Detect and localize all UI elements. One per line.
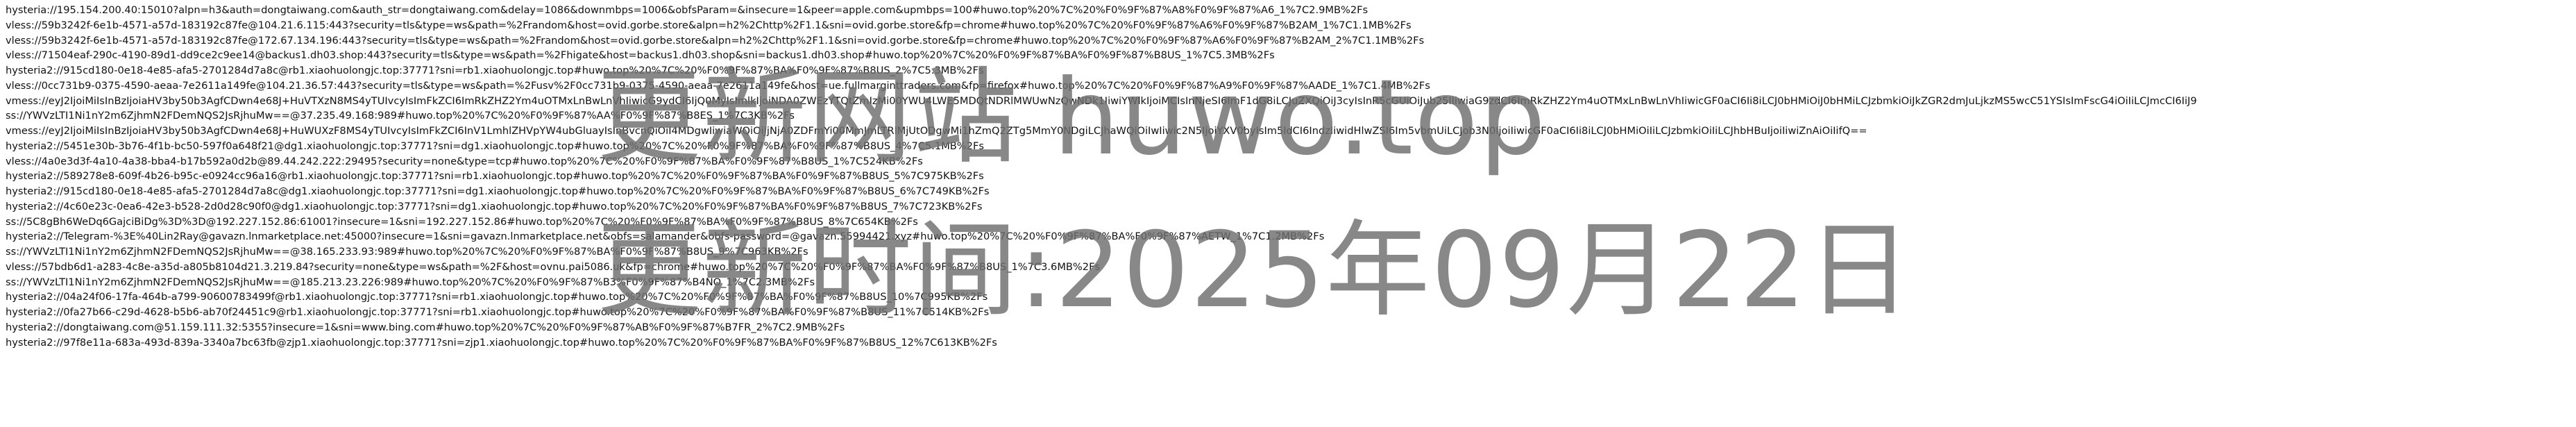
config-line: hysteria2://4c60e23c-0ea6-42e3-b528-2d0d… [6,200,983,212]
config-text-block: hysteria://195.154.200.40:15010?alpn=h3&… [6,3,2566,350]
config-line: vless://59b3242f-6e1b-4571-a57d-183192c8… [6,19,1412,31]
config-line: hysteria2://04a24f06-17fa-464b-a799-9060… [6,291,988,303]
config-line: hysteria2://589278e8-609f-4b26-b95c-e092… [6,170,984,183]
config-line: hysteria://195.154.200.40:15010?alpn=h3&… [6,4,1368,16]
config-line: hysteria2://dongtaiwang.com@51.159.111.3… [6,321,845,333]
config-line: vless://4a0e3d3f-4a10-4a38-bba4-b17b592a… [6,155,923,167]
config-line: vless://71504eaf-290c-4190-89d1-dd9ce2c9… [6,49,1275,62]
config-line: ss://YWVzLTI1Ni1nY2m6ZjhmN2FDemNQS2JsRjh… [6,246,808,258]
config-line: hysteria2://915cd180-0e18-4e85-afa5-2701… [6,65,984,76]
config-line: vless://59b3242f-6e1b-4571-a57d-183192c8… [6,34,1425,47]
config-line: vmess://eyJ2IjoiMiIsInBzIjoiaHV3by50b3Ag… [6,125,1867,137]
config-line: ss://YWVzLTI1Ni1nY2m6ZjhmN2FDemNQS2JsRjh… [6,276,815,288]
config-line: hysteria2://915cd180-0e18-4e85-afa5-2701… [6,185,990,197]
config-line: vmess://eyJ2IjoiMiIsInBzIjoiaHV3by50b3Ag… [6,94,2197,107]
config-line: ss://5C8gBh6WeDq6GajciBiDg%3D%3D@192.227… [6,215,918,228]
config-line: vless://0cc731b9-0375-4590-aeaa-7e2611a1… [6,79,1430,92]
config-line: hysteria2://97f8e11a-683a-493d-839a-3340… [6,336,997,349]
config-line: vless://57bdb6d1-a283-4c8e-a35d-a805b810… [6,260,1101,273]
config-line: hysteria2://0fa27b66-c29d-4628-b5b6-ab70… [6,306,990,318]
config-line: ss://YWVzLTI1Ni1nY2m6ZjhmN2FDemNQS2JsRjh… [6,110,795,122]
config-line: hysteria2://5451e30b-3b76-4f1b-bc50-597f… [6,140,984,152]
config-line: hysteria2://Telegram-%3E%40Lin2Ray@gavaz… [6,231,1325,243]
